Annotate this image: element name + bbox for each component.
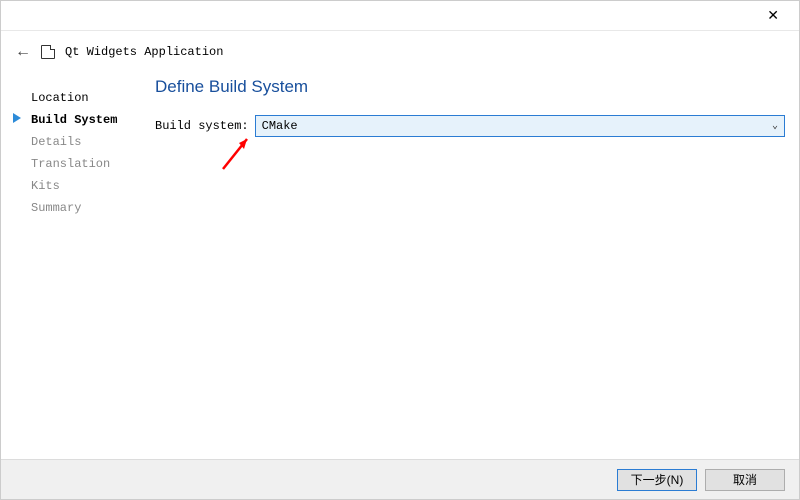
page-title: Define Build System [155, 77, 785, 97]
wizard-footer: 下一步(N) 取消 [1, 459, 799, 499]
sidebar-item-build-system: Build System [31, 109, 141, 131]
sidebar-item-location: Location [31, 87, 141, 109]
annotation-arrow-icon [217, 131, 257, 171]
build-system-label: Build system: [155, 119, 249, 133]
build-system-value: CMake [262, 119, 298, 133]
sidebar-item-translation: Translation [31, 153, 141, 175]
next-button[interactable]: 下一步(N) [617, 469, 697, 491]
build-system-row: Build system: CMake ⌄ [155, 115, 785, 137]
sidebar-item-details: Details [31, 131, 141, 153]
wizard-title: Qt Widgets Application [65, 45, 223, 59]
cancel-button[interactable]: 取消 [705, 469, 785, 491]
file-icon [41, 45, 55, 59]
sidebar-item-kits: Kits [31, 175, 141, 197]
wizard-main: Define Build System Build system: CMake … [141, 77, 799, 459]
back-arrow-icon[interactable]: ← [15, 43, 31, 61]
build-system-select[interactable]: CMake ⌄ [255, 115, 785, 137]
sidebar-item-summary: Summary [31, 197, 141, 219]
wizard-sidebar: Location Build System Details Translatio… [1, 77, 141, 459]
close-icon[interactable]: ✕ [759, 3, 787, 28]
chevron-down-icon: ⌄ [772, 120, 778, 132]
wizard-header: ← Qt Widgets Application [1, 31, 799, 69]
titlebar: ✕ [1, 1, 799, 31]
